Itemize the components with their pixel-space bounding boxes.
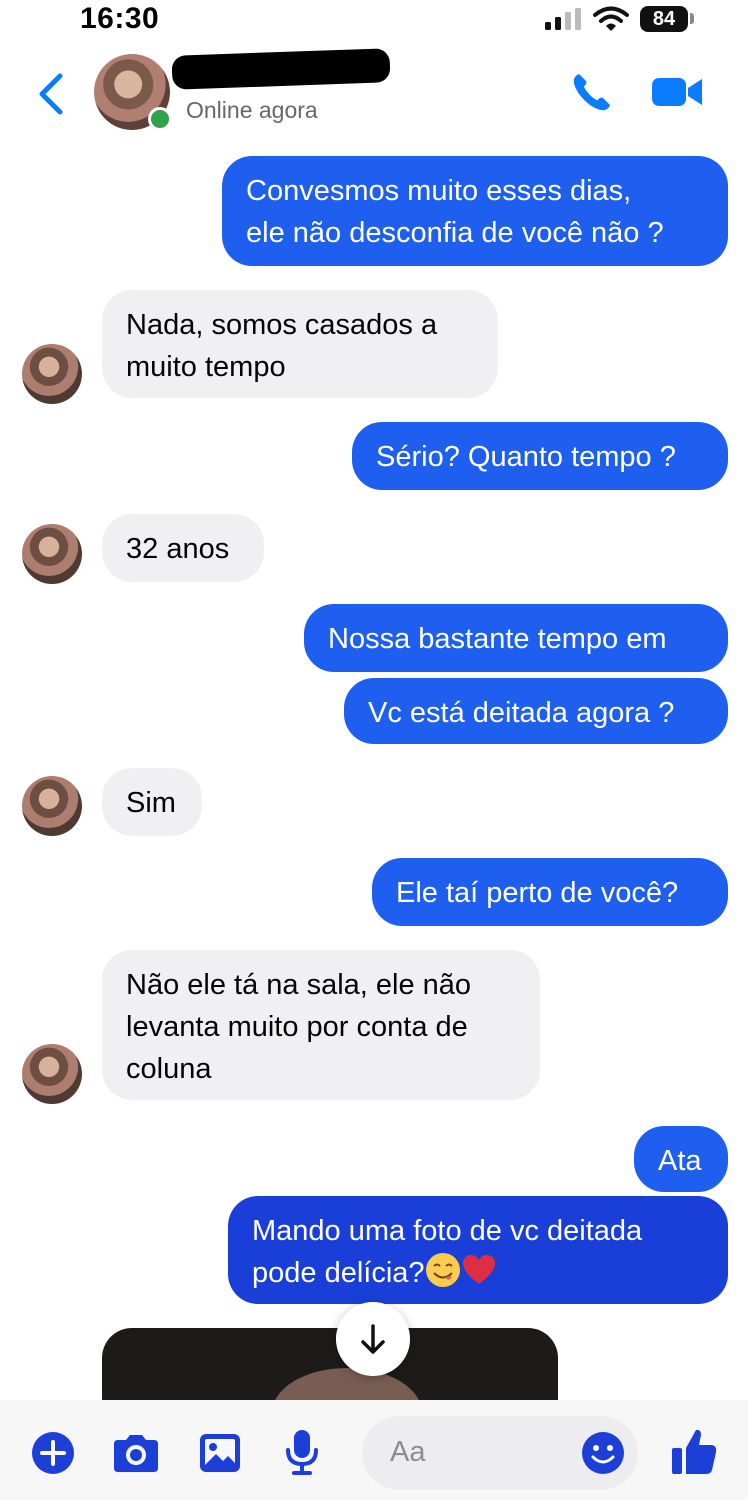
received-message[interactable]: Não ele tá na sala, ele não levanta muit… (102, 950, 540, 1100)
message-line: Vc está deitada agora ? (368, 697, 675, 729)
emoji-icon[interactable] (582, 1432, 624, 1474)
sent-message[interactable]: Nossa bastante tempo em (304, 604, 728, 672)
wifi-icon (593, 6, 629, 31)
microphone-icon[interactable] (284, 1428, 320, 1476)
camera-icon[interactable] (112, 1432, 160, 1474)
message-input-placeholder: Aa (390, 1436, 426, 1468)
battery-indicator: 84 (640, 6, 688, 32)
message-line: Sério? Quanto tempo ? (376, 441, 676, 473)
phone-icon[interactable] (570, 70, 614, 114)
contact-avatar-small[interactable] (22, 776, 82, 836)
yum-emoji-icon (425, 1253, 460, 1287)
received-message[interactable]: Nada, somos casados a muito tempo (102, 290, 498, 398)
contact-avatar-small[interactable] (22, 1044, 82, 1104)
battery-tip (690, 13, 694, 24)
redacted-contact-name (171, 48, 391, 90)
message-text: pode delícia? (252, 1257, 425, 1289)
message-line: coluna (126, 1053, 212, 1085)
scroll-down-icon[interactable] (336, 1302, 410, 1376)
gallery-icon[interactable] (198, 1432, 242, 1474)
video-call-icon[interactable] (650, 72, 704, 112)
sent-message[interactable]: Ele taí perto de você? (372, 858, 728, 926)
message-line: Nossa bastante tempo em (328, 623, 667, 655)
contact-avatar-small[interactable] (22, 524, 82, 584)
sent-message[interactable]: Sério? Quanto tempo ? (352, 422, 728, 490)
online-indicator (148, 107, 172, 131)
message-line: Sim (126, 787, 176, 819)
message-line: Convesmos muito esses dias, (246, 175, 632, 207)
sent-message[interactable]: Mando uma foto de vc deitada pode delíci… (228, 1196, 728, 1304)
message-line: Ata (658, 1145, 702, 1177)
message-line: 32 anos (126, 533, 230, 565)
received-message[interactable]: Sim (102, 768, 202, 836)
status-time: 16:30 (80, 2, 160, 35)
plus-icon[interactable] (32, 1432, 74, 1474)
message-line-with-emoji: pode delícia? (252, 1252, 704, 1294)
sent-message[interactable]: Vc está deitada agora ? (344, 678, 728, 744)
contact-status: Online agora (186, 97, 318, 123)
message-line: muito tempo (126, 351, 286, 383)
back-icon[interactable] (36, 72, 66, 116)
sent-message[interactable]: Convesmos muito esses dias, ele não desc… (222, 156, 728, 266)
message-line: Mando uma foto de vc deitada (252, 1215, 643, 1247)
message-line: Nada, somos casados a (126, 309, 438, 341)
message-line: Ele taí perto de você? (396, 877, 679, 909)
like-icon[interactable] (670, 1426, 718, 1476)
sent-message[interactable]: Ata (634, 1126, 728, 1192)
received-message[interactable]: 32 anos (102, 514, 264, 582)
message-line: Não ele tá na sala, ele não (126, 969, 472, 1001)
cell-signal-icon (545, 8, 581, 30)
message-line: levanta muito por conta de (126, 1011, 468, 1043)
red-heart-emoji-icon (462, 1255, 495, 1284)
contact-avatar-small[interactable] (22, 344, 82, 404)
message-line: ele não desconfia de você não ? (246, 217, 664, 249)
